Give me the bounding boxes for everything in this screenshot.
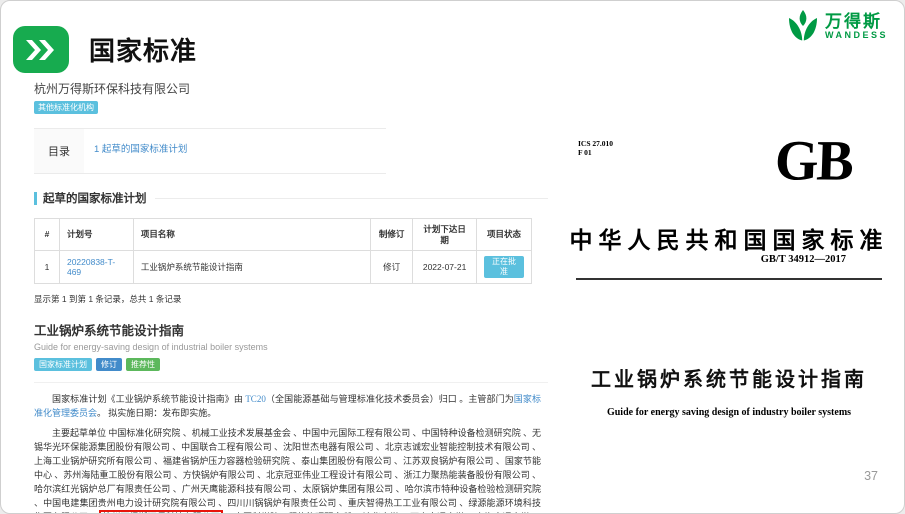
divider	[34, 382, 548, 383]
brand-name-en: WANDESS	[825, 31, 888, 40]
gb-rule	[576, 278, 882, 280]
gb-header-title: 中华人民共和国国家标准	[562, 221, 896, 255]
gb-standard-code: GB/T 34912—2017	[761, 254, 846, 265]
standard-title-block: 工业锅炉系统节能设计指南 Guide for energy-saving des…	[34, 320, 548, 371]
paragraph-plan-info: 国家标准计划《工业锅炉系统节能设计指南》由 TC20（全国能源基础与管理标准化技…	[34, 392, 541, 420]
plan-info-text: 国家标准计划《工业锅炉系统节能设计指南》由	[52, 394, 245, 404]
plan-info-text: 。 拟实施日期：发布即实施。	[97, 408, 216, 418]
cell-revision: 修订	[371, 251, 413, 284]
cell-index: 1	[35, 251, 60, 284]
section-rule	[155, 198, 549, 199]
section-accent-bar	[34, 192, 37, 205]
company-name: 杭州万得斯环保科技有限公司	[34, 80, 548, 97]
gb-logo: GB	[774, 128, 853, 193]
ics-code: ICS 27.010 F 01	[578, 139, 613, 157]
page-title: 国家标准	[89, 31, 197, 68]
col-project-name: 项目名称	[133, 219, 370, 251]
toc-label: 目录	[34, 129, 84, 173]
table-header-row: # 计划号 项目名称 制修订 计划下达日期 项目状态	[35, 219, 532, 251]
status-badge: 正在批准	[484, 256, 524, 278]
paragraph-drafting-units: 主要起草单位 中国标准化研究院 、机械工业技术发展基金会 、中国中元国际工程有限…	[34, 426, 541, 514]
cell-project-name: 工业锅炉系统节能设计指南	[133, 251, 370, 284]
drafting-units-text: 主要起草单位 中国标准化研究院 、机械工业技术发展基金会 、中国中元国际工程有限…	[34, 428, 541, 514]
col-index: #	[35, 219, 60, 251]
page-number: 37	[864, 469, 878, 483]
webpage-capture: 杭州万得斯环保科技有限公司 其他标准化机构 目录 1 起草的国家标准计划 起草的…	[34, 80, 548, 514]
badge-recommended: 推荐性	[126, 358, 160, 371]
toc-link[interactable]: 1 起草的国家标准计划	[94, 144, 187, 155]
col-status: 项目状态	[477, 219, 532, 251]
plan-no-link[interactable]: 20220838-T-469	[67, 257, 115, 278]
standard-title-en: Guide for energy-saving design of indust…	[34, 342, 548, 352]
col-plan-no: 计划号	[59, 219, 133, 251]
gb-doc-title-en: Guide for energy saving design of indust…	[562, 407, 896, 418]
slide: 国家标准 万得斯 WANDESS 杭州万得斯环保科技有限公司 其他标准化机构 目…	[0, 0, 905, 514]
badge-revision: 修订	[96, 358, 122, 371]
plans-table: # 计划号 项目名称 制修订 计划下达日期 项目状态 1 20220838-T-…	[34, 218, 532, 284]
gb-doc-title-cn: 工业锅炉系统节能设计指南	[562, 363, 896, 392]
gb-standard-cover: ICS 27.010 F 01 GB 中华人民共和国国家标准 GB/T 3491…	[562, 125, 896, 449]
brand-logo: 万得斯 WANDESS	[786, 9, 888, 45]
col-revision: 制修订	[371, 219, 413, 251]
badge-national-plan: 国家标准计划	[34, 358, 92, 371]
plant-icon	[786, 9, 820, 45]
section-header: 起草的国家标准计划	[34, 190, 548, 206]
brand-name-cn: 万得斯	[825, 13, 888, 31]
red-highlight-box-company: 杭州万得斯环保科技有限公司	[99, 510, 222, 514]
company-tag-badge: 其他标准化机构	[34, 101, 98, 114]
tc20-link[interactable]: TC20	[245, 394, 266, 404]
section-title: 起草的国家标准计划	[43, 190, 147, 206]
double-chevron-icon	[13, 26, 69, 73]
toc-panel: 目录 1 起草的国家标准计划	[34, 128, 386, 174]
cell-issue-date: 2022-07-21	[413, 251, 477, 284]
table-record-count: 显示第 1 到第 1 条记录，总共 1 条记录	[34, 293, 548, 305]
standard-title-cn: 工业锅炉系统节能设计指南	[34, 320, 548, 339]
col-issue-date: 计划下达日期	[413, 219, 477, 251]
plan-info-text: （全国能源基础与管理标准化技术委员会）归口 。主管部门为	[266, 394, 514, 404]
table-row: 1 20220838-T-469 工业锅炉系统节能设计指南 修订 2022-07…	[35, 251, 532, 284]
